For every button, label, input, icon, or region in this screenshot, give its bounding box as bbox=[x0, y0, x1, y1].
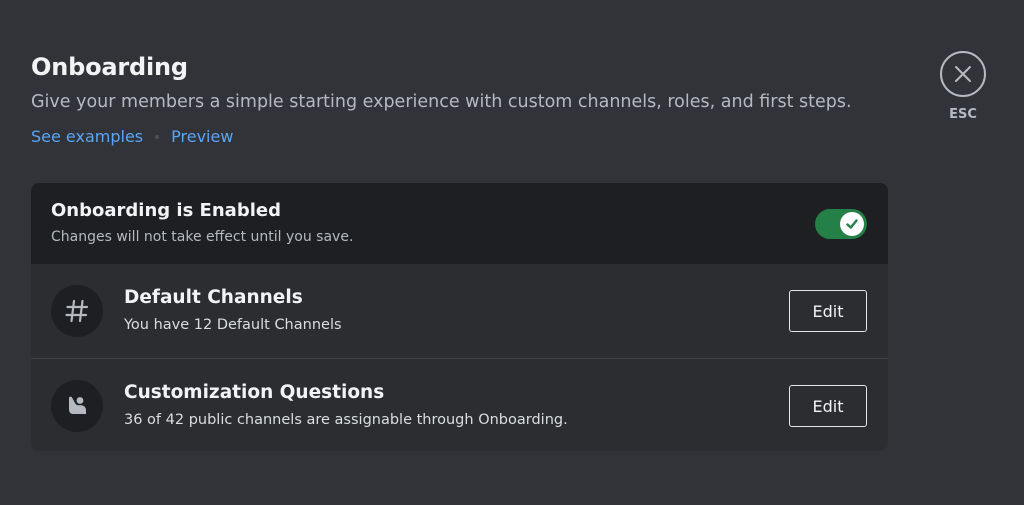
esc-label: ESC bbox=[949, 107, 977, 122]
hash-icon bbox=[65, 299, 89, 323]
default-channels-icon-circle bbox=[51, 285, 103, 337]
page-header: Onboarding Give your members a simple st… bbox=[31, 52, 852, 148]
close-button[interactable] bbox=[940, 51, 986, 97]
customization-questions-title: Customization Questions bbox=[124, 382, 385, 403]
preview-link[interactable]: Preview bbox=[171, 126, 233, 148]
onboarding-status-header: Onboarding is Enabled Changes will not t… bbox=[31, 183, 888, 264]
edit-customization-questions-button[interactable]: Edit bbox=[789, 385, 867, 427]
onboarding-enabled-toggle[interactable] bbox=[815, 209, 867, 239]
checkmark-icon bbox=[846, 219, 858, 229]
onboarding-status-note: Changes will not take effect until you s… bbox=[51, 229, 354, 245]
customization-questions-text: Customization Questions 36 of 42 public … bbox=[124, 381, 568, 430]
customization-questions-row: Customization Questions 36 of 42 public … bbox=[31, 358, 888, 451]
default-channels-text: Default Channels You have 12 Default Cha… bbox=[124, 286, 342, 335]
edit-default-channels-button[interactable]: Edit bbox=[789, 290, 867, 332]
person-question-icon bbox=[69, 396, 86, 414]
see-examples-link[interactable]: See examples bbox=[31, 126, 143, 148]
default-channels-subtitle: You have 12 Default Channels bbox=[124, 317, 342, 333]
customization-questions-icon-circle bbox=[51, 380, 103, 432]
onboarding-card: Onboarding is Enabled Changes will not t… bbox=[31, 183, 888, 451]
toggle-knob bbox=[840, 212, 864, 236]
default-channels-title: Default Channels bbox=[124, 287, 303, 308]
onboarding-settings-page: Onboarding Give your members a simple st… bbox=[0, 0, 1024, 505]
onboarding-status-title: Onboarding is Enabled bbox=[51, 200, 281, 221]
page-title: Onboarding bbox=[31, 53, 188, 81]
default-channels-row: Default Channels You have 12 Default Cha… bbox=[31, 264, 888, 358]
customization-questions-subtitle: 36 of 42 public channels are assignable … bbox=[124, 412, 568, 428]
link-separator-dot bbox=[155, 135, 160, 139]
close-icon bbox=[955, 66, 971, 82]
close-control: ESC bbox=[939, 51, 987, 122]
page-subtitle: Give your members a simple starting expe… bbox=[31, 92, 852, 112]
header-links: See examples Preview bbox=[31, 126, 852, 148]
